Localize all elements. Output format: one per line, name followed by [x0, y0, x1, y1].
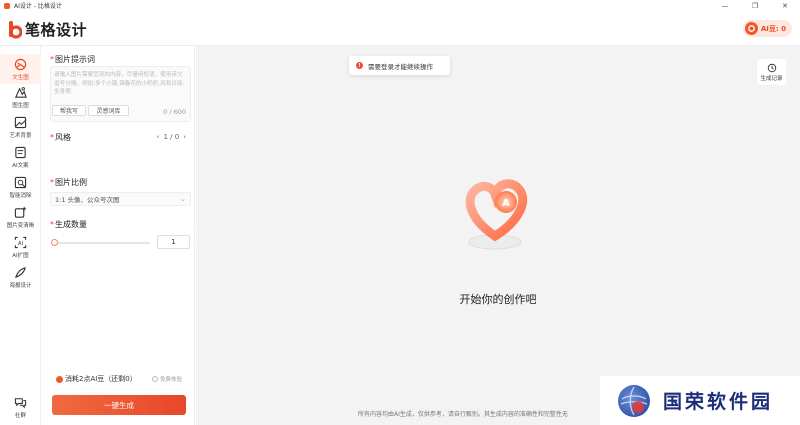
settings-panel: *图片提示词 请输入图片需要呈现的内容，尽量用短语、使用英文逗号分隔。例如:多个… [42, 46, 195, 425]
count-slider-handle[interactable] [51, 239, 58, 246]
text-to-image-icon [14, 58, 27, 70]
nav-label: 图生图 [12, 102, 29, 109]
window-title: AI设计 - 比格设计 [14, 3, 62, 10]
error-icon: ! [356, 62, 363, 69]
nav-item-poster-design[interactable]: 海报设计 [0, 262, 41, 292]
minimize-button[interactable]: — [710, 0, 740, 11]
ai-bean-badge[interactable]: AI豆: 0 [742, 20, 792, 37]
nav-label: 图片变清晰 [6, 222, 35, 229]
nav-item-ai-copywriting[interactable]: AI文案 [0, 142, 41, 172]
page-indicator: 1 / 0 [163, 133, 180, 141]
close-button[interactable]: ✕ [770, 0, 800, 11]
svg-text:A: A [502, 198, 510, 209]
prompt-placeholder: 请输入图片需要呈现的内容，尽量用短语、使用英文逗号分隔。例如:多个小路,锦春花的… [54, 72, 185, 95]
prompt-section-title: *图片提示词 [50, 55, 95, 64]
nav-item-community[interactable]: 社群 [0, 392, 41, 422]
next-page-button[interactable]: › [183, 133, 186, 141]
nav-item-text-to-image[interactable]: 文生图 [0, 54, 41, 84]
nav-item-image-to-image[interactable]: 图生图 [0, 82, 41, 112]
nav-item-art-background[interactable]: 艺术背景 [0, 112, 41, 142]
nav-item-image-enhance[interactable]: 图片变清晰 [0, 202, 41, 232]
style-pager: ‹ 1 / 0 › [157, 133, 186, 141]
toast-text: 需要登录才能继续操作 [368, 62, 433, 71]
ratio-value: 1:1 头像、公众号次图 [55, 196, 120, 204]
svg-text:AI: AI [18, 240, 23, 246]
app-header: 笔格设计 AI豆: 0 [0, 11, 800, 46]
cost-info: 消耗2点AI豆（还剩0） [56, 374, 137, 384]
char-counter: 0 / 600 [163, 108, 186, 116]
style-section-title: *风格 [50, 133, 71, 142]
watermark: 国荣软件园 [600, 376, 800, 425]
history-label: 生成记录 [760, 75, 783, 82]
nav-item-smart-erase[interactable]: 智能消除 [0, 172, 41, 202]
maximize-button[interactable]: ❐ [740, 0, 770, 11]
history-button[interactable]: 生成记录 [757, 59, 786, 85]
generate-button[interactable]: 一键生成 [52, 395, 186, 415]
left-nav: 文生图 图生图 艺术背景 AI文案 智能消除 图片变清晰 AI AI扩图 海报设… [0, 46, 41, 425]
nav-label: AI扩图 [12, 252, 29, 259]
prev-page-button[interactable]: ‹ [157, 133, 160, 141]
free-trial-label: 免费体验 [159, 377, 182, 383]
ai-disclaimer: 所有内容均由AI生成，仅供参考，请自行甄别。其生成内容的准确性和完整性无 [358, 411, 568, 418]
nav-label: 海报设计 [9, 282, 32, 289]
window-titlebar: AI设计 - 比格设计 — ❐ ✕ [0, 0, 800, 11]
ai-coin-icon [744, 22, 758, 35]
community-icon [14, 397, 27, 408]
help-write-button[interactable]: 帮我写 [52, 105, 86, 116]
logo[interactable]: 笔格设计 [8, 19, 87, 40]
image-enhance-icon [14, 206, 27, 218]
globe-logo-icon [618, 384, 650, 417]
empty-state-illustration: A [465, 179, 528, 250]
nav-label: 智能消除 [9, 192, 32, 199]
free-trial-option[interactable]: 免费体验 [151, 375, 182, 383]
ratio-select[interactable]: 1:1 头像、公众号次图 ⌄ [50, 192, 191, 206]
nav-item-ai-expand[interactable]: AI AI扩图 [0, 232, 41, 262]
radio-icon [151, 376, 158, 382]
nav-label: 艺术背景 [9, 132, 32, 139]
ai-bean-count: AI豆: 0 [760, 24, 786, 33]
ratio-section-title: *图片比例 [50, 178, 87, 187]
image-to-image-icon [14, 86, 27, 98]
empty-state-text: 开始你的创作吧 [459, 293, 537, 306]
poster-design-icon [14, 266, 26, 278]
chevron-down-icon: ⌄ [180, 195, 186, 203]
logo-mark-icon [9, 20, 22, 39]
watermark-text: 国荣软件园 [663, 391, 774, 413]
app-icon [4, 2, 10, 9]
canvas-area: ! 需要登录才能继续操作 生成记录 A 开始你的创作吧 所有内容均由AI生成，仅… [196, 46, 800, 425]
ai-expand-icon: AI [14, 236, 27, 248]
nav-label: AI文案 [12, 162, 29, 169]
login-toast: ! 需要登录才能继续操作 [349, 56, 450, 75]
cost-text: 消耗2点AI豆（还剩0） [65, 375, 137, 383]
smart-erase-icon [14, 176, 27, 188]
count-slider-track[interactable] [54, 242, 150, 244]
window-controls: — ❐ ✕ [710, 0, 800, 11]
logo-text: 笔格设计 [25, 21, 88, 39]
art-background-icon [14, 116, 27, 128]
nav-label: 文生图 [12, 74, 29, 81]
count-section-title: *生成数量 [50, 220, 87, 229]
ai-copywriting-icon [15, 146, 26, 158]
history-icon [767, 63, 776, 72]
inspiration-library-button[interactable]: 灵感词库 [88, 105, 129, 116]
ai-coin-icon [56, 375, 63, 383]
count-input[interactable]: 1 [157, 235, 190, 249]
nav-label: 社群 [14, 412, 26, 419]
